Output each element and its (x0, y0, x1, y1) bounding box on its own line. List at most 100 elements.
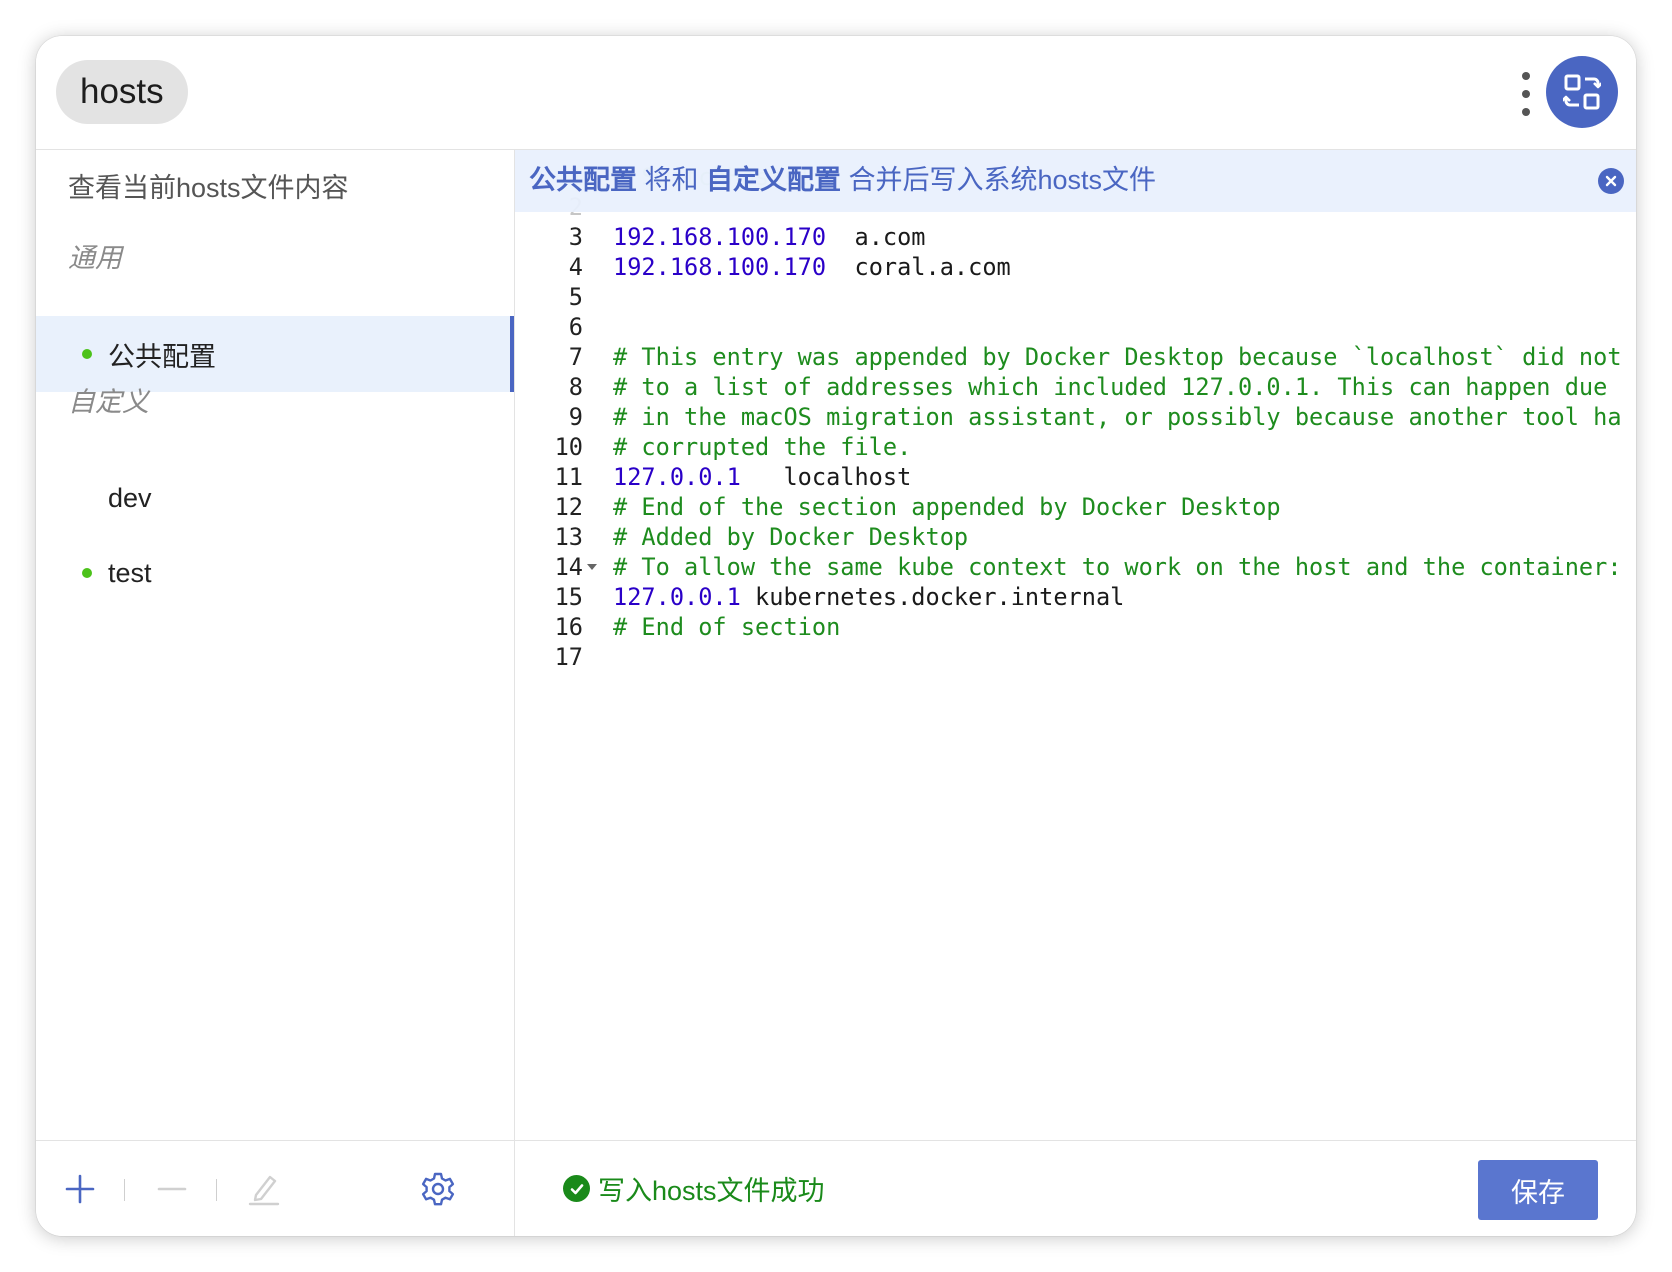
remove-icon[interactable] (154, 1171, 190, 1207)
comment-text: # End of section (613, 613, 841, 641)
sidebar-item-dev[interactable]: dev (36, 460, 514, 536)
current-item-title: hosts (56, 60, 188, 124)
ip-address: 127.0.0.1 (613, 583, 741, 611)
code-line[interactable]: 6 (515, 312, 1636, 342)
comment-text: # to a list of addresses which included … (613, 373, 1608, 401)
line-number: 6 (568, 313, 583, 341)
hostname: localhost (740, 463, 912, 491)
code-line[interactable]: 7 # This entry was appended by Docker Des… (515, 342, 1636, 372)
line-number: 9 (568, 403, 583, 431)
code-line[interactable]: 16 # End of section (515, 612, 1636, 642)
line-number: 7 (568, 343, 583, 371)
enabled-dot-icon (82, 568, 92, 578)
divider (216, 1179, 217, 1201)
success-check-icon (563, 1175, 590, 1202)
line-text: 127.0.0.1 localhost (613, 462, 911, 492)
add-icon[interactable] (62, 1171, 98, 1207)
hostname: kubernetes.docker.internal (740, 583, 1125, 611)
line-text: # in the macOS migration assistant, or p… (613, 402, 1622, 432)
line-text: 127.0.0.1 kubernetes.docker.internal (613, 582, 1124, 612)
status-text: 写入hosts文件成功 (598, 1176, 825, 1206)
comment-text: # Added by Docker Desktop (613, 523, 969, 551)
code-line[interactable]: 8 # to a list of addresses which included… (515, 372, 1636, 402)
more-menu-button[interactable] (1516, 72, 1536, 116)
line-text: # End of the section appended by Docker … (613, 492, 1281, 522)
fold-arrow-icon[interactable] (587, 564, 597, 570)
line-text: 192.168.100.170 a.com (613, 222, 926, 252)
line-text: # End of section (613, 612, 840, 642)
code-line[interactable]: 4 192.168.100.170 coral.a.com (515, 252, 1636, 282)
ip-address: 192.168.100.170 (613, 223, 827, 251)
sidebar-item-test[interactable]: test (36, 535, 514, 611)
line-text: # to a list of addresses which included … (613, 372, 1607, 402)
line-text: 192.168.100.170 coral.a.com (613, 252, 1011, 282)
group-label-custom: 自定义 (68, 387, 149, 417)
line-number: 16 (554, 613, 583, 641)
sidebar-item-label: test (108, 557, 152, 588)
code-line[interactable]: 13 # Added by Docker Desktop (515, 522, 1636, 552)
code-line[interactable]: 11 127.0.0.1 localhost (515, 462, 1636, 492)
close-icon (1605, 175, 1617, 187)
settings-gear-icon[interactable] (420, 1171, 456, 1207)
code-line[interactable]: 3 192.168.100.170 a.com (515, 222, 1636, 252)
code-line[interactable]: 9 # in the macOS migration assistant, or … (515, 402, 1636, 432)
disabled-dot-icon (82, 493, 92, 503)
comment-text: # End of the section appended by Docker … (613, 493, 1281, 521)
switch-view-icon (1563, 74, 1601, 110)
comment-text: # To allow the same kube context to work… (613, 553, 1622, 581)
code-line[interactable]: 17 (515, 642, 1636, 672)
hosts-editor[interactable]: 公共配置 将和 自定义配置 合并后写入系统hosts文件 1# SwitchHo… (515, 150, 1636, 1140)
code-line[interactable]: 15 127.0.0.1 kubernetes.docker.internal (515, 582, 1636, 612)
line-number: 15 (554, 583, 583, 611)
header: hosts (36, 36, 1636, 150)
app-window: hosts 查看当前hosts文件内容 通用 公共配置 自定义 dev test… (36, 36, 1636, 1236)
switch-view-button[interactable] (1546, 56, 1618, 128)
line-number: 17 (554, 643, 583, 671)
hostname: coral.a.com (826, 253, 1011, 281)
line-number: 14 (554, 553, 583, 581)
enabled-dot-icon (82, 349, 92, 359)
code-line[interactable]: 5 (515, 282, 1636, 312)
code-line[interactable]: 14 # To allow the same kube context to wo… (515, 552, 1636, 582)
ip-address: 192.168.100.170 (613, 253, 827, 281)
line-number: 10 (554, 433, 583, 461)
sidebar-item-common[interactable]: 公共配置 (36, 316, 514, 392)
banner-close-button[interactable] (1598, 168, 1624, 194)
line-text: # corrupted the file. (613, 432, 911, 462)
edit-icon[interactable] (246, 1171, 282, 1207)
banner-custom-config: 自定义配置 (706, 165, 842, 195)
sidebar-item-label: dev (108, 482, 152, 513)
line-number: 13 (554, 523, 583, 551)
line-number: 4 (568, 253, 583, 281)
banner-text: 公共配置 将和 自定义配置 合并后写入系统hosts文件 (529, 160, 1156, 200)
code-line[interactable]: 10 # corrupted the file. (515, 432, 1636, 462)
code-line[interactable]: 12 # End of the section appended by Docke… (515, 492, 1636, 522)
save-button[interactable]: 保存 (1478, 1160, 1598, 1220)
banner-common-config: 公共配置 (529, 165, 637, 195)
line-number: 11 (554, 463, 583, 491)
group-label-general: 通用 (68, 243, 122, 273)
banner-text-part: 合并后写入系统hosts文件 (841, 165, 1157, 195)
comment-text: # This entry was appended by Docker Desk… (613, 343, 1622, 371)
ip-address: 127.0.0.1 (613, 463, 741, 491)
hostname: a.com (826, 223, 926, 251)
more-dot-icon (1522, 72, 1530, 80)
line-text: # This entry was appended by Docker Desk… (613, 342, 1622, 372)
line-number: 5 (568, 283, 583, 311)
sidebar-item-label: 公共配置 (108, 341, 216, 372)
status-message: 写入hosts文件成功 (563, 1169, 825, 1208)
banner-text-part: 将和 (637, 165, 707, 195)
view-current-hosts-link[interactable]: 查看当前hosts文件内容 (68, 168, 349, 208)
line-text: # Added by Docker Desktop (613, 522, 968, 552)
line-text: # To allow the same kube context to work… (613, 552, 1622, 582)
line-number: 8 (568, 373, 583, 401)
comment-text: # in the macOS migration assistant, or p… (613, 403, 1622, 431)
divider (124, 1179, 125, 1201)
line-number: 12 (554, 493, 583, 521)
code-lines[interactable]: 1# SwitchHosts!23192.168.100.170 a.com41… (515, 162, 1636, 672)
line-number: 3 (568, 223, 583, 251)
sidebar-footer (36, 1140, 514, 1236)
status-bar: 写入hosts文件成功 保存 (515, 1140, 1636, 1236)
sidebar: 查看当前hosts文件内容 通用 公共配置 自定义 dev test (36, 150, 515, 1236)
more-dot-icon (1522, 90, 1530, 98)
